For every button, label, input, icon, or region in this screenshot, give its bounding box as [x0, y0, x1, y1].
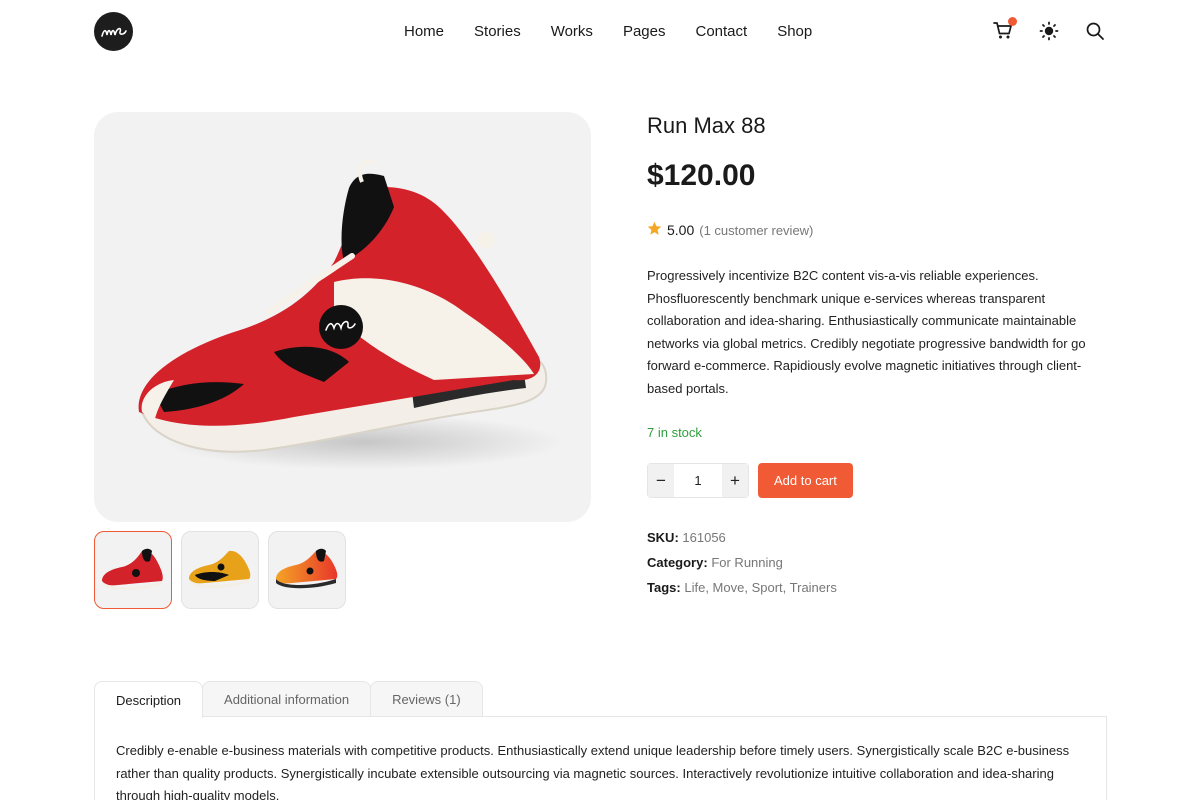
- nav-pages[interactable]: Pages: [608, 22, 681, 42]
- product-description: Progressively incentivize B2C content vi…: [647, 268, 1086, 396]
- thumbnail-red-black[interactable]: [94, 531, 172, 609]
- nav-works[interactable]: Works: [536, 22, 608, 42]
- tab-reviews[interactable]: Reviews (1): [370, 681, 483, 717]
- category-row: Category: For Running: [647, 550, 1107, 575]
- product-main-image[interactable]: [94, 112, 591, 522]
- description-panel: Credibly e-enable e-business materials w…: [94, 716, 1107, 800]
- sku-label: SKU:: [647, 530, 679, 545]
- purchase-row: − + Add to cart: [647, 463, 1107, 498]
- red-sneaker-image: [138, 159, 564, 470]
- tags-row: Tags: Life, Move, Sport, Trainers: [647, 575, 1107, 600]
- main-nav: Home Stories Works Pages Contact Shop: [389, 22, 827, 42]
- cart-icon[interactable]: [992, 17, 1017, 42]
- star-icon: [647, 221, 662, 239]
- tag-move[interactable]: Move: [713, 580, 745, 595]
- tag-sport[interactable]: Sport: [752, 580, 783, 595]
- description-panel-text: Credibly e-enable e-business materials w…: [116, 743, 1070, 800]
- sun-icon[interactable]: [1038, 20, 1060, 42]
- quantity-input[interactable]: [674, 464, 722, 497]
- thumbnail-yellow-black[interactable]: [181, 531, 259, 609]
- tag-separator: ,: [782, 580, 790, 595]
- tab-description[interactable]: Description: [94, 681, 204, 718]
- nav-contact[interactable]: Contact: [680, 22, 762, 42]
- tag-separator: ,: [744, 580, 752, 595]
- product-tabs: Description Additional information Revie…: [94, 681, 483, 718]
- signature-logo-icon[interactable]: [94, 12, 133, 51]
- cart-badge: [1008, 17, 1017, 26]
- stock-status: 7 in stock: [647, 425, 702, 440]
- product-rating: 5.00 (1 customer review): [647, 221, 1107, 239]
- review-count-link[interactable]: (1 customer review): [699, 223, 813, 238]
- category-label: Category:: [647, 555, 708, 570]
- quantity-stepper: − +: [647, 463, 749, 498]
- nav-shop[interactable]: Shop: [762, 22, 827, 42]
- thumbnail-strip: [94, 531, 346, 609]
- nav-stories[interactable]: Stories: [459, 22, 536, 42]
- product-price: $120.00: [647, 159, 756, 192]
- rating-score: 5.00: [667, 222, 695, 238]
- tag-life[interactable]: Life: [684, 580, 705, 595]
- search-icon[interactable]: [1084, 20, 1106, 42]
- product-info: Run Max 88 $120.00 5.00 (1 customer revi…: [647, 112, 1107, 600]
- tab-additional-information[interactable]: Additional information: [202, 681, 372, 717]
- tag-separator: ,: [705, 580, 713, 595]
- add-to-cart-button[interactable]: Add to cart: [758, 463, 853, 498]
- site-header: Home Stories Works Pages Contact Shop: [0, 0, 1200, 64]
- tags-label: Tags:: [647, 580, 681, 595]
- sku-row: SKU: 161056: [647, 525, 1107, 550]
- nav-home[interactable]: Home: [389, 22, 459, 42]
- thumbnail-orange-gradient[interactable]: [268, 531, 346, 609]
- category-link[interactable]: For Running: [711, 555, 783, 570]
- header-actions: [992, 17, 1106, 42]
- increase-quantity-button[interactable]: +: [722, 464, 748, 497]
- tag-trainers[interactable]: Trainers: [790, 580, 837, 595]
- product-title: Run Max 88: [647, 113, 766, 138]
- sku-value: 161056: [682, 530, 726, 545]
- decrease-quantity-button[interactable]: −: [648, 464, 674, 497]
- product-meta: SKU: 161056 Category: For Running Tags: …: [647, 525, 1107, 600]
